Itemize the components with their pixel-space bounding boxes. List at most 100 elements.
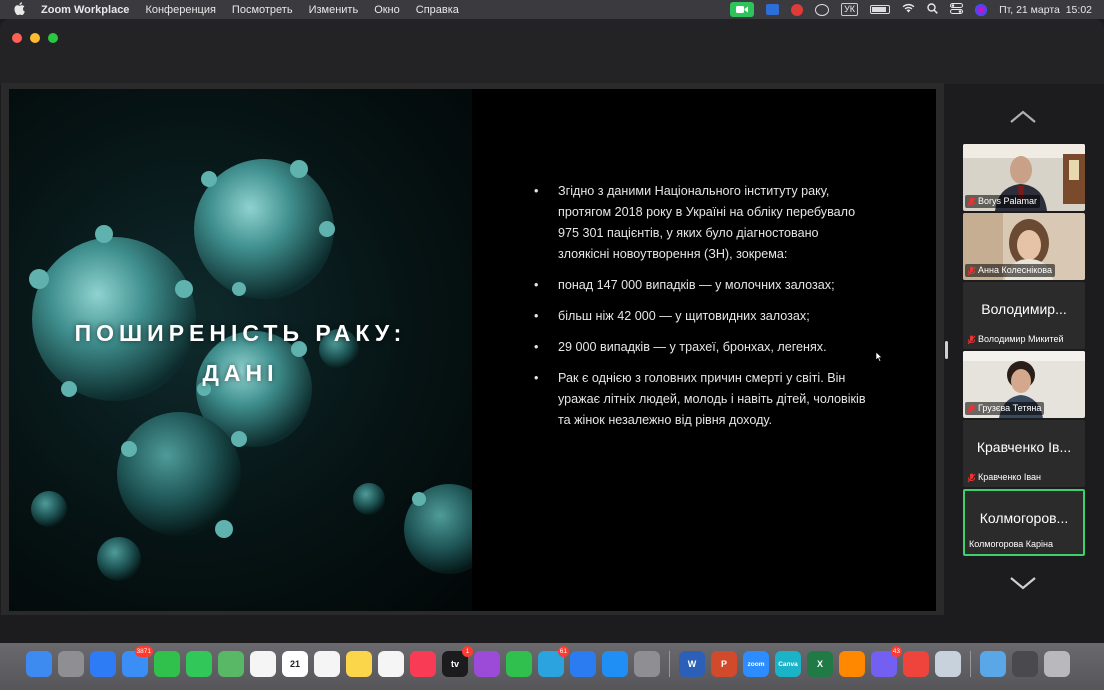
preview-icon[interactable]	[935, 651, 961, 677]
creative-cloud-icon[interactable]	[815, 3, 830, 16]
photos-icon[interactable]	[250, 651, 276, 677]
minimize-window-button[interactable]	[30, 33, 40, 43]
fullscreen-window-button[interactable]	[48, 33, 58, 43]
downloads-folder-icon[interactable]	[980, 651, 1006, 677]
trash-icon[interactable]	[1044, 651, 1070, 677]
safari-icon[interactable]	[90, 651, 116, 677]
muted-mic-icon	[967, 473, 976, 482]
zoom-video-status-icon[interactable]	[730, 2, 755, 17]
music-icon[interactable]	[410, 651, 436, 677]
apple-menu-icon[interactable]	[14, 1, 28, 18]
participant-tile-kolmogorova-karina[interactable]: Колмогоров... Колмогорова Каріна	[963, 489, 1085, 556]
viber-icon[interactable]: 43	[871, 646, 902, 677]
finder-icon[interactable]	[26, 651, 52, 677]
app-menu[interactable]: Zoom Workplace	[41, 4, 129, 16]
siri-icon[interactable]	[975, 3, 988, 16]
participant-name: Анна Колеснікова	[978, 265, 1052, 275]
slide-title: ПОШИРЕНІСТЬ РАКУ: ДАНІ	[9, 313, 472, 393]
mail-icon[interactable]: 3871	[122, 646, 153, 677]
dock-app-label: tv	[450, 659, 459, 669]
maps-icon[interactable]	[218, 651, 244, 677]
dock-app-label: W	[687, 659, 697, 669]
split-resize-handle[interactable]	[945, 341, 948, 359]
dock-separator	[669, 651, 670, 677]
app-store-icon[interactable]	[602, 651, 628, 677]
participant-tile-kravchenko-ivan[interactable]: Кравченко Ів... Кравченко Іван	[963, 420, 1085, 487]
excel-icon[interactable]: X	[807, 651, 833, 677]
muted-mic-icon	[967, 197, 976, 206]
wifi-icon[interactable]	[902, 3, 915, 16]
slide-text-panel: Згідно з даними Національного інституту …	[472, 89, 936, 611]
bullet-item: більш ніж 42 000 — у щитовидних залозах;	[534, 306, 869, 327]
slide-title-line-2: ДАНІ	[202, 360, 279, 386]
notes-icon[interactable]	[346, 651, 372, 677]
dock-app-label: zoom	[747, 660, 765, 668]
muted-mic-icon	[967, 404, 976, 413]
participant-tile-volodymyr-mykytei[interactable]: Володимир... Володимир Микитей	[963, 282, 1085, 349]
notification-badge: 61	[557, 646, 569, 657]
powerpoint-icon[interactable]: P	[711, 651, 737, 677]
system-settings-icon[interactable]	[634, 651, 660, 677]
control-center-icon[interactable]	[950, 2, 964, 17]
vlc-icon[interactable]	[839, 651, 865, 677]
facetime-icon[interactable]	[154, 651, 180, 677]
participant-name: Грузєва Тетяна	[978, 403, 1042, 413]
scroll-down-chevron-icon[interactable]	[1008, 575, 1038, 591]
apple-tv-icon[interactable]: tv 1	[442, 646, 473, 677]
notification-badge: 1	[462, 646, 473, 657]
zoom-window: ПОШИРЕНІСТЬ РАКУ: ДАНІ Згідно з даними Н…	[0, 19, 1104, 643]
clock[interactable]: Пт, 21 марта 15:02	[999, 4, 1092, 16]
dock-apps: 3871 21 tv 1 61 W Pzoom Canva X 43	[26, 646, 1070, 677]
menu-edit[interactable]: Изменить	[309, 4, 359, 16]
dock-app-label: 21	[289, 659, 300, 669]
menu-conference[interactable]: Конференция	[145, 4, 215, 16]
bullet-item: понад 147 000 випадків — у молочних зало…	[534, 275, 869, 296]
participant-name-tag: Borys Palamar	[965, 195, 1041, 208]
podcasts-icon[interactable]	[474, 651, 500, 677]
participant-display-name: Володимир...	[981, 301, 1067, 317]
menu-bar: Zoom Workplace Конференция Посмотреть Из…	[0, 0, 1104, 19]
slide-image-panel: ПОШИРЕНІСТЬ РАКУ: ДАНІ	[9, 89, 472, 611]
canva-icon[interactable]: Canva	[775, 651, 801, 677]
notification-badge: 43	[890, 646, 902, 657]
messages-icon[interactable]	[186, 651, 212, 677]
zoom-icon[interactable]: zoom	[743, 651, 769, 677]
participant-name-tag: Кравченко Іван	[965, 471, 1044, 484]
participant-tile-borys-palamar[interactable]: Borys Palamar	[963, 144, 1085, 211]
participant-tile-gruzieva-tetiana[interactable]: Грузєва Тетяна	[963, 351, 1085, 418]
desktop-stack-icon[interactable]	[1012, 651, 1038, 677]
presentation-slide: ПОШИРЕНІСТЬ РАКУ: ДАНІ Згідно з даними Н…	[9, 89, 936, 611]
battery-icon[interactable]	[870, 5, 891, 14]
dock-app-label: P	[720, 659, 727, 669]
participant-tile-anna-kolesnikova[interactable]: Анна Колеснікова	[963, 213, 1085, 280]
menu-help[interactable]: Справка	[416, 4, 459, 16]
close-window-button[interactable]	[12, 33, 22, 43]
reminders-icon[interactable]	[314, 651, 340, 677]
shield-icon[interactable]	[791, 3, 804, 16]
keyboard-layout-indicator[interactable]: УК	[841, 3, 859, 16]
menu-view[interactable]: Посмотреть	[232, 4, 293, 16]
participant-name: Кравченко Іван	[978, 472, 1041, 482]
word-icon[interactable]: W	[679, 651, 705, 677]
menu-window[interactable]: Окно	[374, 4, 400, 16]
title-bar	[0, 19, 1104, 84]
numbers-icon[interactable]	[506, 651, 532, 677]
slide-title-line-1: ПОШИРЕНІСТЬ РАКУ:	[74, 320, 407, 346]
freeform-icon[interactable]	[378, 651, 404, 677]
anydesk-icon[interactable]	[903, 651, 929, 677]
shared-screen: ПОШИРЕНІСТЬ РАКУ: ДАНІ Згідно з даними Н…	[1, 83, 944, 615]
telegram-icon[interactable]: 61	[538, 646, 569, 677]
scroll-up-chevron-icon[interactable]	[1008, 109, 1038, 125]
notification-badge: 3871	[134, 646, 153, 657]
muted-mic-icon	[967, 266, 976, 275]
participant-display-name: Колмогоров...	[979, 510, 1069, 526]
bullet-item: 29 000 випадків — у трахеї, бронхах, лег…	[534, 337, 869, 358]
bullet-item: Згідно з даними Національного інституту …	[534, 181, 869, 265]
keynote-icon[interactable]	[570, 651, 596, 677]
search-icon[interactable]	[927, 2, 938, 17]
participant-name-tag: Колмогорова Каріна	[967, 538, 1056, 551]
bullet-list: Згідно з даними Національного інституту …	[534, 181, 869, 441]
calendar-icon[interactable]: 21	[282, 651, 308, 677]
launchpad-icon[interactable]	[58, 651, 84, 677]
zoom-app-icon[interactable]	[766, 4, 780, 15]
